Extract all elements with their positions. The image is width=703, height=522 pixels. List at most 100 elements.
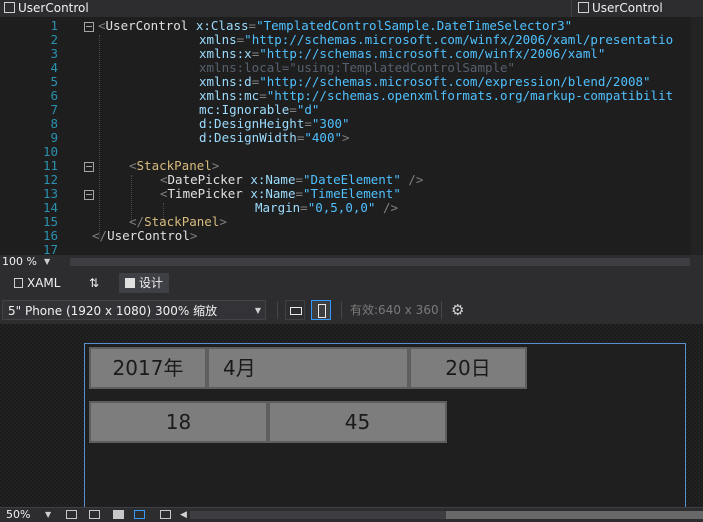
code-token: < xyxy=(160,172,168,187)
code-line: mc:Ignorable="d" xyxy=(199,102,319,117)
line-number: 4 xyxy=(50,60,58,75)
xaml-code-editor[interactable]: 1 2 3 4 5 6 7 8 9 10 11 12 13 14 15 16 1… xyxy=(0,17,703,255)
artboard[interactable]: 2017年 4月 20日 18 45 xyxy=(84,343,686,507)
scroll-left-icon[interactable]: ◀ xyxy=(180,508,187,522)
line-number: 2 xyxy=(50,32,58,47)
code-line: Margin="0,5,0,0" /> xyxy=(255,200,398,215)
code-token: "TemplatedControlSample.DateTimeSelector… xyxy=(256,18,573,33)
line-number: 13 xyxy=(42,186,58,201)
time-hour-field[interactable]: 18 xyxy=(89,401,268,443)
line-number: 1 xyxy=(50,18,58,33)
code-token: "TimeElement" xyxy=(303,186,401,201)
code-token: = xyxy=(304,116,312,131)
portrait-button[interactable] xyxy=(311,300,331,320)
gear-icon[interactable]: ⚙ xyxy=(451,300,464,320)
type-navigation-combo[interactable]: UserControl xyxy=(0,0,560,17)
toolbar-divider xyxy=(341,301,342,319)
code-token: xmlns xyxy=(199,32,237,47)
code-token: < xyxy=(160,186,168,201)
code-token: = xyxy=(295,186,304,201)
vertical-scrollbar[interactable] xyxy=(691,17,703,255)
line-number: 6 xyxy=(50,88,58,103)
code-token: TimePicker xyxy=(167,186,243,201)
chevron-down-icon[interactable]: ▼ xyxy=(45,508,51,522)
collapse-icon[interactable] xyxy=(84,190,94,200)
line-number: 14 xyxy=(42,200,58,215)
collapse-icon[interactable] xyxy=(84,22,94,32)
code-icon[interactable] xyxy=(160,510,171,519)
code-token: /> xyxy=(400,172,424,187)
navigation-bar: UserControl UserControl xyxy=(0,0,703,18)
code-token: "DateElement" xyxy=(303,172,401,187)
line-number: 8 xyxy=(50,116,58,131)
date-year-field[interactable]: 2017年 xyxy=(89,347,207,389)
grid-icon[interactable] xyxy=(66,510,77,519)
snap-to-grid-icon[interactable] xyxy=(89,510,100,519)
code-line: <UserControl x:Class="TemplatedControlSa… xyxy=(98,18,572,33)
design-surface[interactable]: 2017年 4月 20日 18 45 xyxy=(0,324,703,507)
class-icon xyxy=(4,2,15,13)
effective-resolution: 有效:640 x 360 xyxy=(350,303,439,317)
device-selector-value: 5" Phone (1920 x 1080) 300% 缩放 xyxy=(8,304,218,318)
horizontal-scrollbar[interactable] xyxy=(70,258,690,266)
code-line: <DatePicker x:Name="DateElement" /> xyxy=(160,172,423,187)
class-icon xyxy=(578,2,589,13)
member-navigation-label: UserControl xyxy=(592,1,663,15)
device-selector[interactable]: 5" Phone (1920 x 1080) 300% 缩放 ▼ xyxy=(2,300,266,320)
code-token: /> xyxy=(375,200,398,215)
code-line: xmlns="http://schemas.microsoft.com/winf… xyxy=(199,32,673,47)
code-token: xmlns:d xyxy=(199,74,252,89)
chevron-down-icon[interactable]: ▼ xyxy=(44,255,50,269)
swap-icon: ⇅ xyxy=(89,276,100,290)
type-navigation-label: UserControl xyxy=(18,1,89,15)
view-tab-bar: XAML ⇅ 设计 xyxy=(0,269,703,297)
line-number: 10 xyxy=(42,144,58,159)
code-line: xmlns:local="using:TemplatedControlSampl… xyxy=(199,60,516,75)
collapse-icon[interactable] xyxy=(84,162,94,172)
code-token: = xyxy=(300,200,308,215)
line-number: 5 xyxy=(50,74,58,89)
line-number: 11 xyxy=(42,158,58,173)
portrait-icon xyxy=(318,304,326,318)
toolbar-divider xyxy=(441,301,442,319)
code-token: x:Name xyxy=(242,172,296,187)
time-minute-field[interactable]: 45 xyxy=(268,401,447,443)
horizontal-scrollbar-thumb[interactable] xyxy=(446,511,703,519)
code-line: xmlns:x="http://schemas.microsoft.com/wi… xyxy=(199,46,605,61)
code-line: <StackPanel> xyxy=(129,158,219,173)
code-token: "300" xyxy=(311,116,350,131)
code-line: </StackPanel> xyxy=(129,214,227,229)
tab-xaml-label: XAML xyxy=(27,276,61,290)
code-token: < xyxy=(129,158,137,173)
tab-xaml[interactable]: XAML xyxy=(8,273,66,293)
code-token: xmlns:mc xyxy=(199,88,260,103)
code-token: StackPanel xyxy=(144,214,220,229)
member-navigation-combo[interactable]: UserControl xyxy=(574,0,703,17)
date-day-field[interactable]: 20日 xyxy=(409,347,527,389)
landscape-button[interactable] xyxy=(285,300,305,320)
artboard-background-icon[interactable] xyxy=(113,510,124,519)
date-month-field[interactable]: 4月 xyxy=(207,347,409,389)
code-token: Margin xyxy=(255,200,301,215)
code-token: UserControl xyxy=(105,18,189,33)
tab-design[interactable]: 设计 xyxy=(119,273,170,293)
editor-zoom-level[interactable]: 100 % xyxy=(2,255,37,269)
code-token: mc:Ignorable xyxy=(199,102,290,117)
swap-panes-button[interactable]: ⇅ xyxy=(83,273,105,293)
designer-status-bar: 50% ▼ ◀ xyxy=(0,507,703,522)
code-token: > xyxy=(219,214,227,229)
landscape-icon xyxy=(290,307,302,315)
designer-zoom-level[interactable]: 50% xyxy=(6,508,30,522)
code-token: DatePicker xyxy=(167,172,243,187)
code-token: StackPanel xyxy=(136,158,212,173)
document-icon xyxy=(14,278,23,288)
code-token: > xyxy=(189,228,198,243)
navigation-divider xyxy=(571,0,572,17)
code-token: "d" xyxy=(296,102,320,117)
editor-status-bar: 100 % ▼ xyxy=(0,255,703,269)
code-token: = xyxy=(295,172,304,187)
code-token: > xyxy=(211,158,220,173)
snap-to-lines-icon[interactable] xyxy=(134,510,145,519)
chevron-down-icon: ▼ xyxy=(254,306,261,315)
code-token: "http://schemas.openxmlformats.org/marku… xyxy=(266,88,674,103)
